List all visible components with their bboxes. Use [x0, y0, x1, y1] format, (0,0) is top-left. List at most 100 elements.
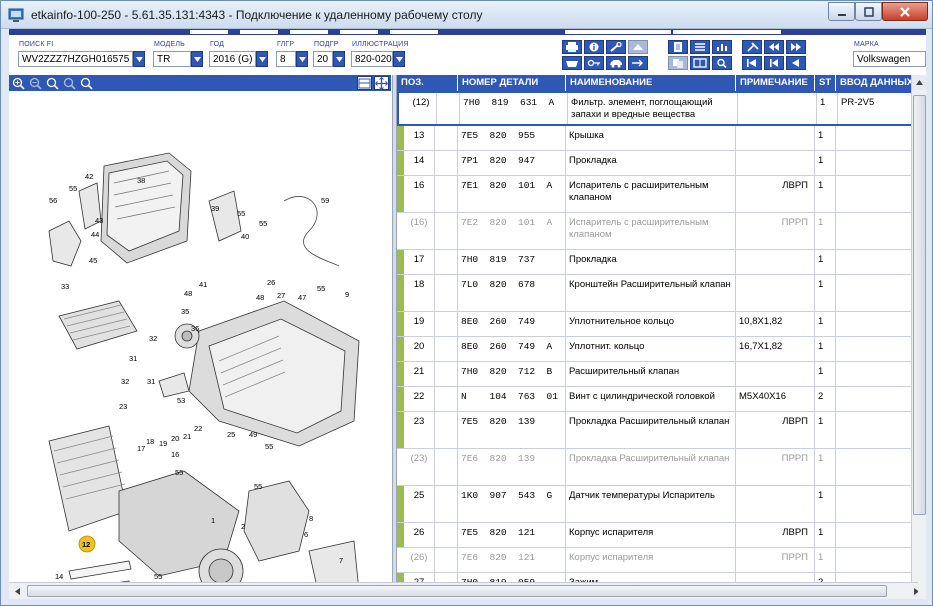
vin-input[interactable]: WV2ZZZ7HZGH016575 — [18, 51, 133, 67]
col-header-input[interactable]: ВВОД ДАННЫХ — [836, 75, 911, 91]
callout-8[interactable]: 8 — [309, 514, 313, 523]
callout-6[interactable]: 6 — [304, 530, 308, 539]
print-button[interactable] — [562, 40, 582, 54]
table-row[interactable]: 17 7H0 819 737 Прокладка 1 — [397, 250, 911, 275]
table-row[interactable]: 19 8E0 260 749 Уплотнительное кольцо 10,8X1… — [397, 312, 911, 337]
title-bar[interactable]: etkainfo-100-250 - 5.61.35.131:4343 - По… — [1, 1, 932, 29]
callout-2[interactable]: 2 — [241, 522, 245, 531]
callout-49[interactable]: 49 — [249, 430, 257, 439]
year-dropdown-button[interactable] — [256, 51, 268, 67]
callout-53[interactable]: 53 — [177, 396, 185, 405]
table-row[interactable]: 13 7E5 820 955 Крышка 1 — [397, 126, 911, 151]
table-row[interactable]: 26 7E5 820 121 Корпус испарителя ЛВРП 1 — [397, 523, 911, 548]
pin-button[interactable] — [742, 40, 762, 54]
chart-button[interactable] — [712, 40, 732, 54]
callout-55d[interactable]: 55 — [317, 284, 325, 293]
callout-32[interactable]: 32 — [149, 334, 157, 343]
callout-35[interactable]: 35 — [181, 307, 189, 316]
table-row[interactable]: (12) 7H0 819 631 A Фильтр. элемент, поглощ… — [397, 91, 911, 126]
tools-button[interactable] — [606, 40, 626, 54]
callout-55b[interactable]: 55 — [237, 209, 245, 218]
list-button[interactable] — [690, 40, 710, 54]
horizontal-scrollbar[interactable] — [9, 582, 926, 599]
car-button[interactable] — [606, 56, 626, 70]
callout-26[interactable]: 26 — [267, 278, 275, 287]
prev-group-button[interactable] — [764, 40, 784, 54]
main-group-select[interactable]: 8 — [276, 51, 296, 67]
first-page-button[interactable] — [742, 56, 762, 70]
main-group-dropdown-button[interactable] — [296, 51, 308, 67]
callout-22[interactable]: 22 — [194, 424, 202, 433]
vertical-scrollbar[interactable] — [911, 75, 926, 599]
table-row[interactable]: 16 7E1 820 101 A Испаритель с расширительн… — [397, 176, 911, 213]
scroll-up-button[interactable] — [912, 75, 926, 90]
callout-31b[interactable]: 31 — [147, 377, 155, 386]
callout-43[interactable]: 43 — [95, 216, 103, 225]
horizontal-scroll-thumb[interactable] — [27, 585, 887, 597]
callout-41[interactable]: 41 — [199, 280, 207, 289]
sub-group-dropdown-button[interactable] — [333, 51, 345, 67]
table-row[interactable]: 18 7L0 820 678 Кронштейн Расширительный кл… — [397, 275, 911, 312]
callout-9[interactable]: 9 — [345, 290, 349, 299]
table-row[interactable]: 25 1K0 907 543 G Датчик температуры Испари… — [397, 486, 911, 523]
col-header-st[interactable]: ST — [815, 75, 836, 91]
prev-page-button[interactable] — [764, 56, 784, 70]
callout-20[interactable]: 20 — [171, 434, 179, 443]
split-view-button[interactable] — [357, 76, 372, 90]
move-button[interactable] — [374, 76, 389, 90]
model-dropdown-button[interactable] — [191, 51, 203, 67]
callout-55g[interactable]: 55 — [254, 482, 262, 491]
table-row[interactable]: 20 8E0 260 749 A Уплотнит. кольцо 16,7X1,82… — [397, 337, 911, 362]
brand-select[interactable]: Volkswagen — [853, 51, 926, 67]
callout-7[interactable]: 7 — [339, 556, 343, 565]
vin-dropdown-button[interactable] — [133, 51, 145, 67]
callout-55f[interactable]: 55 — [175, 468, 183, 477]
col-header-name[interactable]: НАИМЕНОВАНИЕ — [566, 75, 736, 91]
vertical-scroll-thumb[interactable] — [913, 95, 926, 515]
illustration-select[interactable]: 820-020 — [351, 51, 393, 67]
document-button[interactable] — [668, 40, 688, 54]
table-row[interactable]: 23 7E5 820 139 Прокладка Расширительный кл… — [397, 412, 911, 449]
callout-40[interactable]: 40 — [241, 232, 249, 241]
model-select[interactable]: TR — [153, 51, 191, 67]
illustration-dropdown-button[interactable] — [393, 51, 405, 67]
minimize-button[interactable] — [828, 2, 855, 21]
callout-42[interactable]: 42 — [85, 172, 93, 181]
callout-31[interactable]: 31 — [129, 354, 137, 363]
parts-illustration[interactable]: 38 42 55 56 43 44 45 33 39 55 40 55 59 4… — [9, 91, 392, 599]
col-header-part[interactable]: НОМЕР ДЕТАЛИ — [458, 75, 566, 91]
callout-48b[interactable]: 48 — [256, 293, 264, 302]
callout-32b[interactable]: 32 — [121, 377, 129, 386]
zoom-reset-button[interactable] — [62, 76, 77, 90]
catalog-button[interactable] — [690, 56, 710, 70]
callout-36[interactable]: 36 — [191, 324, 199, 333]
search-illustration-button[interactable] — [79, 76, 94, 90]
arrow-right-button[interactable] — [628, 56, 648, 70]
table-row[interactable]: (26) 7E6 820 121 Корпус испарителя ПРРП 1 — [397, 548, 911, 573]
callout-55e[interactable]: 55 — [265, 442, 273, 451]
callout-59[interactable]: 59 — [321, 196, 329, 205]
callout-39[interactable]: 39 — [211, 204, 219, 213]
scroll-left-button[interactable] — [9, 583, 26, 599]
callout-38[interactable]: 38 — [137, 176, 145, 185]
basket-button[interactable] — [562, 56, 582, 70]
callout-55c[interactable]: 55 — [259, 219, 267, 228]
table-row[interactable]: (16) 7E2 820 101 A Испаритель с расширител… — [397, 213, 911, 250]
callout-55h[interactable]: 55 — [154, 572, 162, 581]
zoom-in-button[interactable] — [11, 76, 26, 90]
zoom-out-button[interactable] — [28, 76, 43, 90]
info-button[interactable] — [584, 40, 604, 54]
table-row[interactable]: 22 N 104 763 01 Винт с цилиндрической голо… — [397, 387, 911, 412]
callout-44[interactable]: 44 — [91, 230, 99, 239]
callout-47[interactable]: 47 — [298, 293, 306, 302]
callout-56[interactable]: 56 — [49, 196, 57, 205]
next-group-button[interactable] — [786, 40, 806, 54]
resize-grip[interactable] — [918, 582, 926, 599]
service-button[interactable] — [628, 40, 648, 54]
table-row[interactable]: 21 7H0 820 712 B Расширительный клапан 1 — [397, 362, 911, 387]
back-button[interactable] — [786, 56, 806, 70]
callout-21[interactable]: 21 — [183, 432, 191, 441]
year-select[interactable]: 2016 (G) — [209, 51, 256, 67]
callout-23[interactable]: 23 — [119, 402, 127, 411]
callout-48[interactable]: 48 — [184, 289, 192, 298]
